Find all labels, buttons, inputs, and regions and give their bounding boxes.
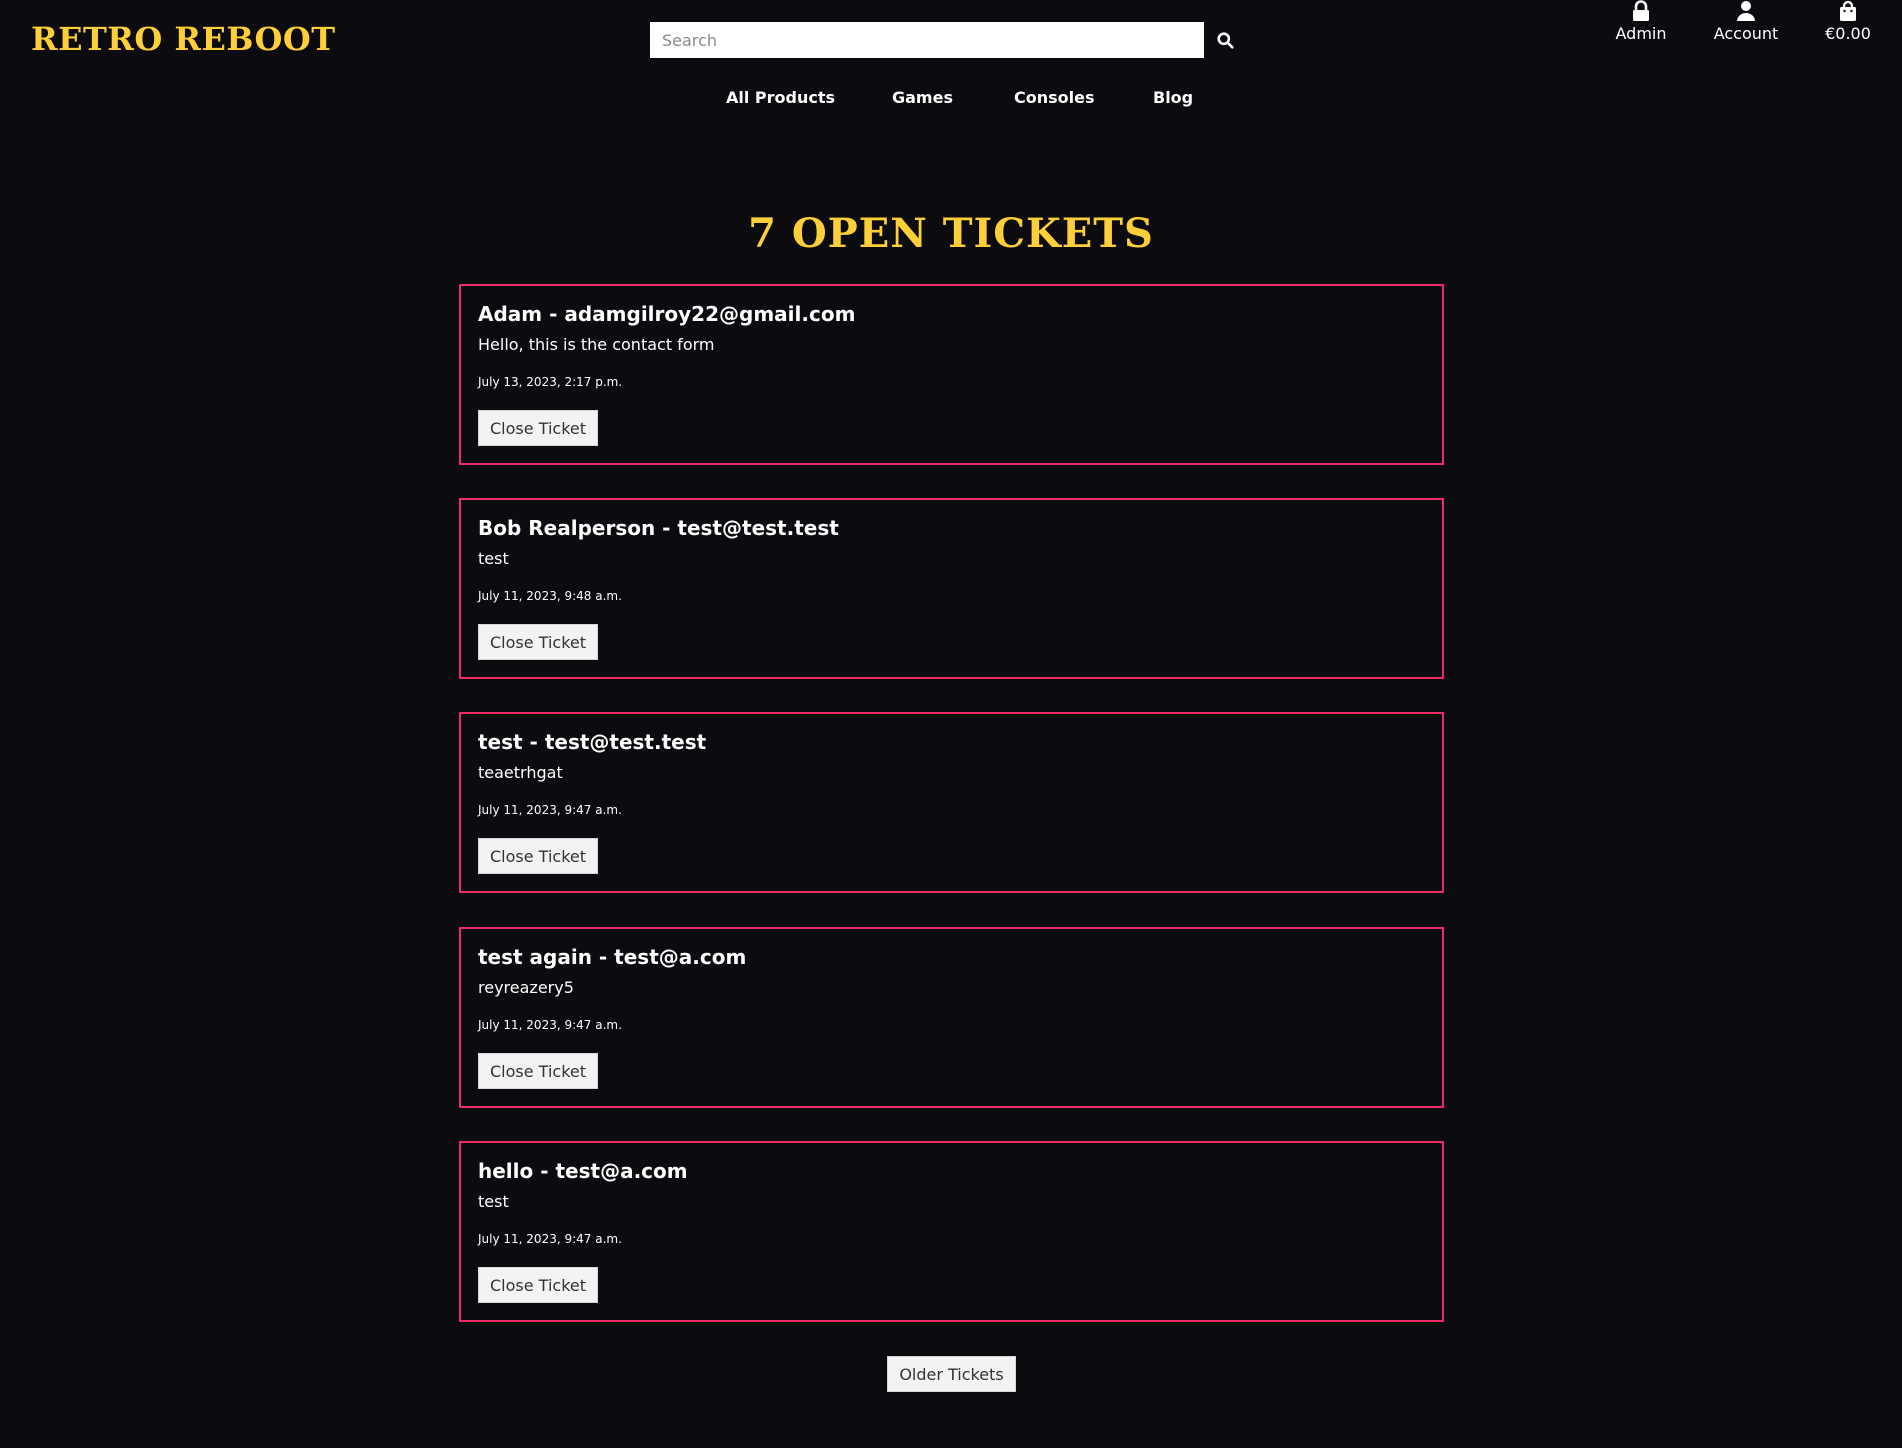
nav-blog[interactable]: Blog <box>1153 88 1193 107</box>
ticket-message: reyreazery5 <box>478 978 574 997</box>
account-link-label: Account <box>1713 24 1779 43</box>
close-ticket-button[interactable]: Close Ticket <box>478 1267 598 1303</box>
nav-consoles[interactable]: Consoles <box>1014 88 1095 107</box>
ticket-message: test <box>478 1192 509 1211</box>
search-bar <box>650 22 1240 58</box>
ticket-date: July 13, 2023, 2:17 p.m. <box>478 375 623 389</box>
ticket-card: Bob Realperson - test@test.test test Jul… <box>459 498 1444 679</box>
page-title: 7 OPEN TICKETS <box>748 210 1154 257</box>
shopping-bag-icon <box>1840 0 1856 21</box>
ticket-date: July 11, 2023, 9:47 a.m. <box>478 803 622 817</box>
close-ticket-button[interactable]: Close Ticket <box>478 838 598 874</box>
ticket-date: July 11, 2023, 9:48 a.m. <box>478 589 622 603</box>
admin-link[interactable]: Admin <box>1586 0 1696 43</box>
close-ticket-button[interactable]: Close Ticket <box>478 624 598 660</box>
search-button[interactable] <box>1210 22 1240 58</box>
nav-games[interactable]: Games <box>892 88 953 107</box>
ticket-date: July 11, 2023, 9:47 a.m. <box>478 1232 622 1246</box>
ticket-header: test again - test@a.com <box>478 945 747 969</box>
ticket-card: test again - test@a.com reyreazery5 July… <box>459 927 1444 1108</box>
search-input[interactable] <box>650 22 1204 58</box>
ticket-message: teaetrhgat <box>478 763 563 782</box>
nav-all-products[interactable]: All Products <box>726 88 835 107</box>
ticket-header: hello - test@a.com <box>478 1159 688 1183</box>
cart-total: €0.00 <box>1825 24 1871 43</box>
ticket-card: hello - test@a.com test July 11, 2023, 9… <box>459 1141 1444 1322</box>
admin-link-label: Admin <box>1615 24 1667 43</box>
ticket-card: test - test@test.test teaetrhgat July 11… <box>459 712 1444 893</box>
older-tickets-button[interactable]: Older Tickets <box>887 1356 1016 1392</box>
close-ticket-button[interactable]: Close Ticket <box>478 1053 598 1089</box>
ticket-header: Adam - adamgilroy22@gmail.com <box>478 302 856 326</box>
user-icon <box>1737 1 1755 21</box>
close-ticket-button[interactable]: Close Ticket <box>478 410 598 446</box>
ticket-header: test - test@test.test <box>478 730 707 754</box>
cart-link[interactable]: €0.00 <box>1793 0 1902 43</box>
ticket-message: Hello, this is the contact form <box>478 335 715 354</box>
search-icon <box>1216 31 1234 49</box>
ticket-date: July 11, 2023, 9:47 a.m. <box>478 1018 622 1032</box>
lock-icon <box>1633 0 1649 21</box>
account-link[interactable]: Account <box>1691 0 1801 43</box>
site-header: RETRO REBOOT Admin Account €0. <box>0 0 1902 140</box>
site-logo[interactable]: RETRO REBOOT <box>31 20 336 58</box>
ticket-card: Adam - adamgilroy22@gmail.com Hello, thi… <box>459 284 1444 465</box>
ticket-message: test <box>478 549 509 568</box>
main-nav: All Products Games Consoles Blog <box>0 88 1902 112</box>
ticket-header: Bob Realperson - test@test.test <box>478 516 839 540</box>
